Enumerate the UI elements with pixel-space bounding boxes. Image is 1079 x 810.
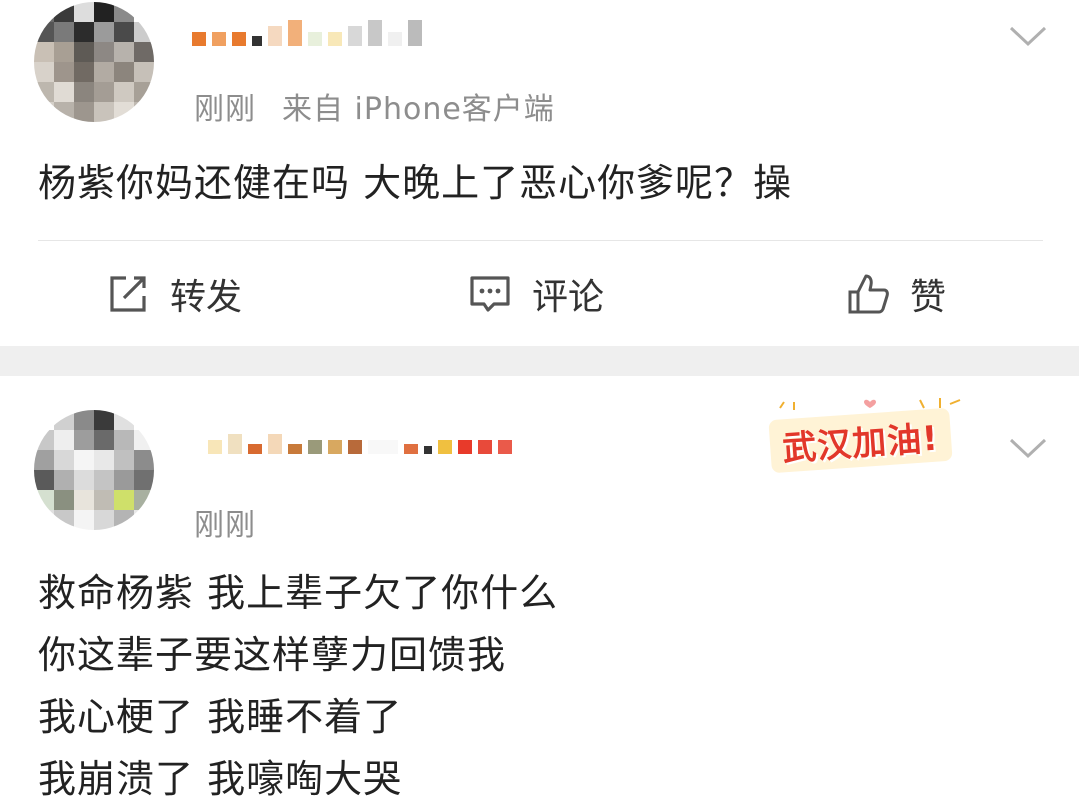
comment-icon bbox=[470, 276, 510, 312]
username-blurred[interactable] bbox=[208, 432, 512, 454]
post-body-line: 你这辈子要这样孽力回馈我 bbox=[38, 633, 507, 677]
post-card[interactable]: 武汉加油! 刚刚 救命杨紫 我上辈子欠了你什么 你这辈子要这样孽力回馈我 我心梗… bbox=[0, 376, 1079, 801]
post-card[interactable]: 刚刚来自 iPhone客户端 杨紫你妈还健在吗 大晚上了恶心你爹呢？操 转发 bbox=[0, 0, 1079, 346]
action-bar: 转发 评论 赞 bbox=[0, 262, 1079, 322]
comment-button[interactable]: 评论 bbox=[468, 268, 604, 320]
wuhan-badge: 武汉加油! bbox=[768, 407, 953, 474]
repost-label: 转发 bbox=[170, 277, 243, 318]
post-meta: 刚刚 bbox=[194, 500, 256, 544]
post-body: 救命杨紫 我上辈子欠了你什么 你这辈子要这样孽力回馈我 我心梗了 我睡不着了 我… bbox=[38, 562, 558, 810]
chevron-down-icon[interactable] bbox=[1008, 24, 1048, 48]
divider bbox=[38, 240, 1043, 241]
like-label: 赞 bbox=[910, 277, 947, 318]
like-icon bbox=[848, 274, 889, 314]
avatar[interactable] bbox=[34, 410, 154, 530]
avatar[interactable] bbox=[34, 2, 154, 122]
repost-button[interactable]: 转发 bbox=[106, 268, 242, 320]
post-time: 刚刚 bbox=[194, 92, 256, 127]
comment-label: 评论 bbox=[532, 277, 605, 318]
chevron-down-icon[interactable] bbox=[1008, 436, 1048, 460]
post-body-line: 救命杨紫 我上辈子欠了你什么 bbox=[38, 571, 559, 615]
post-body: 杨紫你妈还健在吗 大晚上了恶心你爹呢？操 bbox=[38, 152, 792, 214]
like-button[interactable]: 赞 bbox=[846, 268, 946, 320]
post-source: 来自 iPhone客户端 bbox=[282, 92, 555, 127]
post-time: 刚刚 bbox=[194, 508, 256, 543]
username-blurred[interactable] bbox=[192, 20, 422, 46]
weibo-feed: 刚刚来自 iPhone客户端 杨紫你妈还健在吗 大晚上了恶心你爹呢？操 转发 bbox=[0, 0, 1079, 801]
post-body-line: 我心梗了 我睡不着了 bbox=[38, 695, 403, 739]
post-body-line: 杨紫你妈还健在吗 大晚上了恶心你爹呢？操 bbox=[38, 161, 793, 205]
post-meta: 刚刚 来自 iPhone客户端 bbox=[194, 84, 555, 128]
repost-icon bbox=[110, 276, 146, 312]
post-separator bbox=[0, 346, 1079, 376]
